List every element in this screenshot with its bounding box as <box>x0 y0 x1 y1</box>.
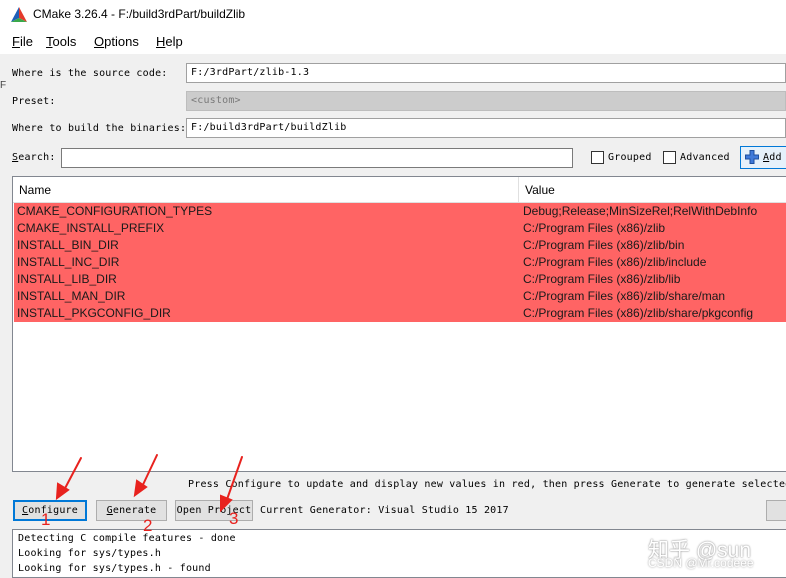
cell-value: C:/Program Files (x86)/zlib/include <box>523 255 707 269</box>
search-label: Search: <box>12 152 56 163</box>
preset-label: Preset: <box>12 96 56 107</box>
menu-help[interactable]: Help <box>156 34 183 49</box>
column-header-value[interactable]: Value <box>519 177 786 203</box>
table-row[interactable]: CMAKE_INSTALL_PREFIX C:/Program Files (x8… <box>14 220 786 237</box>
cell-value: C:/Program Files (x86)/zlib/share/man <box>523 289 726 303</box>
search-input[interactable] <box>61 148 573 168</box>
generate-button[interactable]: Generate <box>96 500 167 521</box>
cell-name: CMAKE_INSTALL_PREFIX <box>17 221 165 235</box>
menu-options[interactable]: Options <box>94 34 139 49</box>
table-row[interactable]: INSTALL_MAN_DIR C:/Program Files (x86)/zl… <box>14 288 786 305</box>
cell-name: INSTALL_BIN_DIR <box>17 238 119 252</box>
window-edge-fragment: F <box>0 80 7 91</box>
search-label-text: earch: <box>18 152 56 163</box>
window-title: CMake 3.26.4 - F:/build3rdPart/buildZlib <box>33 7 246 21</box>
stop-button[interactable] <box>766 500 786 521</box>
cell-value: Debug;Release;MinSizeRel;RelWithDebInfo <box>523 204 758 218</box>
cell-value: C:/Program Files (x86)/zlib/share/pkgcon… <box>523 306 754 320</box>
source-path-field[interactable]: F:/3rdPart/zlib-1.3 <box>186 63 786 83</box>
cmake-triangle-icon <box>11 7 27 22</box>
menu-file-label: ile <box>19 34 33 49</box>
menu-tools-label: ools <box>52 34 77 49</box>
menu-help-mnemonic: H <box>156 34 166 49</box>
preset-combo[interactable]: <custom> <box>186 91 786 111</box>
menu-file-mnemonic: F <box>12 34 20 49</box>
add-label-text: dd <box>769 152 782 163</box>
source-label: Where is the source code: <box>12 68 168 79</box>
table-row[interactable]: INSTALL_BIN_DIR C:/Program Files (x86)/zl… <box>14 237 786 254</box>
generate-label: enerate <box>112 505 157 516</box>
advanced-label: Advanced <box>680 152 730 163</box>
menu-options-label: ptions <box>104 34 139 49</box>
column-header-name[interactable]: Name <box>13 177 519 203</box>
cell-name: INSTALL_INC_DIR <box>17 255 120 269</box>
menu-bar: File Tools Options Help <box>0 30 786 54</box>
configure-button[interactable]: Configure <box>13 500 87 521</box>
cell-name: INSTALL_MAN_DIR <box>17 289 126 303</box>
menu-help-label: elp <box>165 34 183 49</box>
add-label: Add <box>763 152 782 163</box>
watermark-sub: CSDN @Mr.codeee <box>648 556 754 570</box>
binaries-path-field[interactable]: F:/build3rdPart/buildZlib <box>186 118 786 138</box>
add-entry-button[interactable]: Add <box>740 146 786 169</box>
grouped-label: Grouped <box>608 152 652 163</box>
table-row[interactable]: INSTALL_PKGCONFIG_DIR C:/Program Files (x… <box>14 305 786 322</box>
plus-icon <box>745 150 759 164</box>
cell-name: CMAKE_CONFIGURATION_TYPES <box>17 204 213 218</box>
configure-label: onfigure <box>28 505 78 516</box>
cache-table: Name Value CMAKE_CONFIGURATION_TYPES Debu… <box>12 176 786 472</box>
cell-value: C:/Program Files (x86)/zlib/lib <box>523 272 681 286</box>
table-row[interactable]: CMAKE_CONFIGURATION_TYPES Debug;Release;M… <box>14 203 786 220</box>
watermark: 知乎 @sun CSDN @Mr.codeee <box>648 534 783 578</box>
title-bar: CMake 3.26.4 - F:/build3rdPart/buildZlib <box>0 0 786 30</box>
menu-tools[interactable]: Tools <box>46 34 76 49</box>
cell-name: INSTALL_PKGCONFIG_DIR <box>17 306 171 320</box>
binaries-label: Where to build the binaries: <box>12 123 187 134</box>
menu-file[interactable]: File <box>12 34 33 49</box>
cell-value: C:/Program Files (x86)/zlib <box>523 221 666 235</box>
table-row[interactable]: INSTALL_LIB_DIR C:/Program Files (x86)/zl… <box>14 271 786 288</box>
current-generator-label: Current Generator: Visual Studio 15 2017 <box>260 505 509 516</box>
grouped-checkbox[interactable] <box>591 151 604 164</box>
advanced-checkbox[interactable] <box>663 151 676 164</box>
open-project-button[interactable]: Open Project <box>175 500 253 521</box>
hint-text: Press Configure to update and display ne… <box>188 479 786 490</box>
cell-value: C:/Program Files (x86)/zlib/bin <box>523 238 685 252</box>
cell-name: INSTALL_LIB_DIR <box>17 272 117 286</box>
table-row[interactable]: INSTALL_INC_DIR C:/Program Files (x86)/zl… <box>14 254 786 271</box>
cache-rows: CMAKE_CONFIGURATION_TYPES Debug;Release;M… <box>14 203 786 322</box>
menu-options-mnemonic: O <box>94 34 105 49</box>
